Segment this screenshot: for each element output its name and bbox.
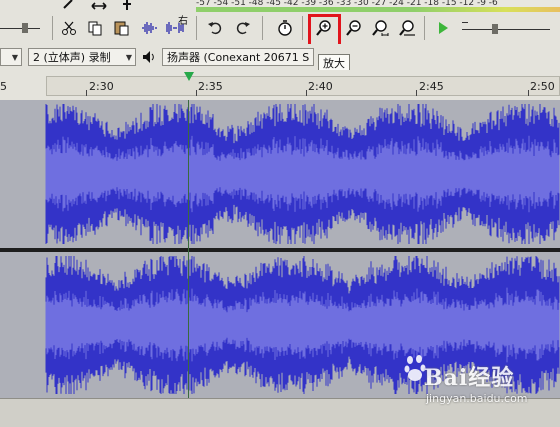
undo-icon[interactable] [204,17,226,39]
watermark-brand: Bai经验 [424,365,515,391]
chevron-down-icon: ▼ [125,53,132,62]
zoom-out-icon[interactable] [343,17,365,39]
sync-lock-icon[interactable] [274,17,296,39]
speaker-icon [138,46,160,68]
playhead-line [188,100,189,398]
tick-mark [196,90,197,96]
fit-selection-icon[interactable] [369,17,391,39]
redo-icon[interactable] [232,17,254,39]
tick-label: 2:30 [89,80,114,93]
meter-scale: -57 -54 -51 -48 -45 -42 -39 -36 -33 -30 … [196,0,560,7]
tick-mark [416,90,417,96]
input-volume-slider[interactable] [0,22,50,34]
play-at-speed-icon[interactable] [432,17,454,39]
chevron-down-icon: ▼ [11,53,18,62]
tick-label: 2:35 [198,80,223,93]
recording-channels-dropdown[interactable]: 2 (立体声) 录制 ▼ [28,48,136,66]
tick-mark [86,90,87,96]
tick-label: 2:40 [308,80,333,93]
timeline-ruler[interactable] [46,76,560,96]
watermark-url: jingyan.baidu.com [426,392,528,405]
paw-logo-icon [404,355,426,381]
tick-label: 5 [0,80,7,93]
recording-channels-value: 2 (立体声) 录制 [33,51,111,64]
waveform-left-channel [0,100,560,248]
playback-device-value: 扬声器 (Conexant 20671 S [167,51,310,64]
playback-device-dropdown[interactable]: 扬声器 (Conexant 20671 S [162,48,314,66]
cut-icon[interactable] [58,17,80,39]
playback-position-marker[interactable] [184,72,194,81]
fit-project-icon[interactable] [396,17,418,39]
edit-toolbar: 右 [0,12,560,45]
recording-device-dropdown[interactable]: ▼ [0,48,22,66]
playback-speed-slider[interactable] [462,22,552,36]
tick-mark [306,90,307,96]
device-toolbar: ▼ 2 (立体声) 录制 ▼ 扬声器 (Conexant 20671 S [0,44,560,71]
channel-label-fragment: 右 [178,16,188,27]
tick-label: 2:50 [530,80,555,93]
copy-icon[interactable] [84,17,106,39]
paste-icon[interactable] [110,17,132,39]
tick-label: 2:45 [419,80,444,93]
baidu-jingyan-watermark: Bai经验 jingyan.baidu.com [404,352,554,416]
waveform-track-left[interactable] [0,100,560,248]
tick-mark [528,90,529,96]
trim-icon[interactable] [138,17,160,39]
